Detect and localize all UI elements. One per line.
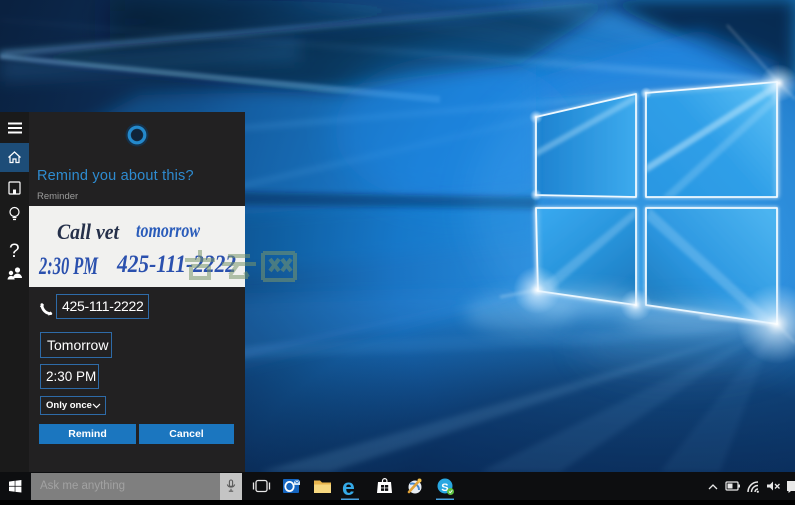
svg-text:tomorrow: tomorrow: [136, 220, 201, 242]
svg-text:Call vet: Call vet: [57, 219, 120, 244]
svg-text:e: e: [342, 474, 355, 500]
svg-text:?: ?: [9, 241, 20, 262]
svg-text:2:30 PM: 2:30 PM: [38, 253, 98, 280]
